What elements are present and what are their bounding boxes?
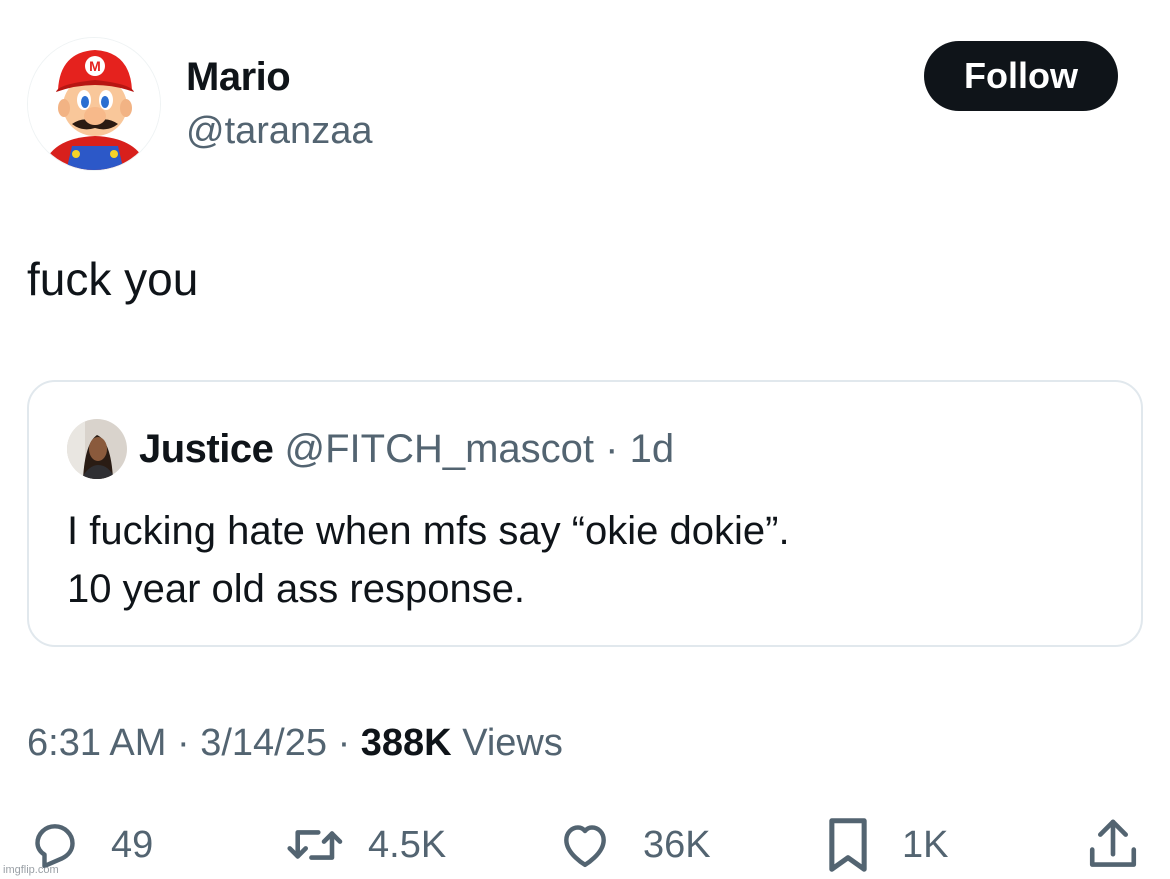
quote-timestamp[interactable]: 1d	[630, 427, 675, 471]
bookmark-count: 1K	[902, 823, 949, 866]
quote-author-avatar[interactable]	[67, 419, 127, 479]
bookmark-button[interactable]: 1K	[822, 810, 948, 879]
quote-text-line: I fucking hate when mfs say “okie dokie”…	[67, 509, 790, 553]
quote-header: Justice @FITCH_mascot · 1d	[139, 427, 674, 472]
follow-button[interactable]: Follow	[924, 41, 1118, 111]
tweet-date[interactable]: 3/14/25	[200, 722, 327, 764]
share-icon	[1089, 819, 1137, 867]
svg-text:M: M	[89, 58, 101, 74]
repost-button[interactable]: 4.5K	[284, 810, 446, 879]
views-count: 388K	[360, 722, 452, 764]
watermark: imgflip.com	[3, 864, 59, 876]
views-label: Views	[462, 722, 563, 764]
tweet-meta: 6:31 AM · 3/14/25 · 388K Views	[27, 722, 563, 765]
tweet-time[interactable]: 6:31 AM	[27, 722, 166, 764]
repost-count: 4.5K	[368, 823, 447, 866]
bookmark-icon	[829, 818, 867, 872]
heart-icon	[564, 825, 606, 868]
like-count: 36K	[643, 823, 711, 866]
author-handle[interactable]: @taranzaa	[186, 110, 372, 153]
reply-count: 49	[111, 823, 154, 866]
quote-author-name[interactable]: Justice	[139, 427, 274, 471]
share-button[interactable]	[1085, 810, 1141, 879]
quote-tweet-card[interactable]: Justice @FITCH_mascot · 1d I fucking hat…	[27, 380, 1143, 647]
repost-icon	[287, 830, 343, 860]
mario-avatar-icon: M	[28, 38, 160, 170]
quote-text: I fucking hate when mfs say “okie dokie”…	[67, 502, 790, 618]
user-avatar-icon	[67, 419, 127, 479]
like-button[interactable]: 36K	[555, 810, 711, 879]
tweet-text: fuck you	[27, 253, 199, 305]
quote-author-handle[interactable]: @FITCH_mascot	[284, 427, 594, 471]
author-name[interactable]: Mario	[186, 55, 291, 100]
quote-text-line: 10 year old ass response.	[67, 567, 526, 611]
action-bar: 49 4.5K 36K 1K	[0, 810, 1170, 879]
author-avatar[interactable]: M	[27, 37, 161, 171]
meta-separator: ·	[176, 722, 190, 764]
meta-separator: ·	[337, 722, 351, 764]
quote-separator: ·	[605, 427, 619, 471]
